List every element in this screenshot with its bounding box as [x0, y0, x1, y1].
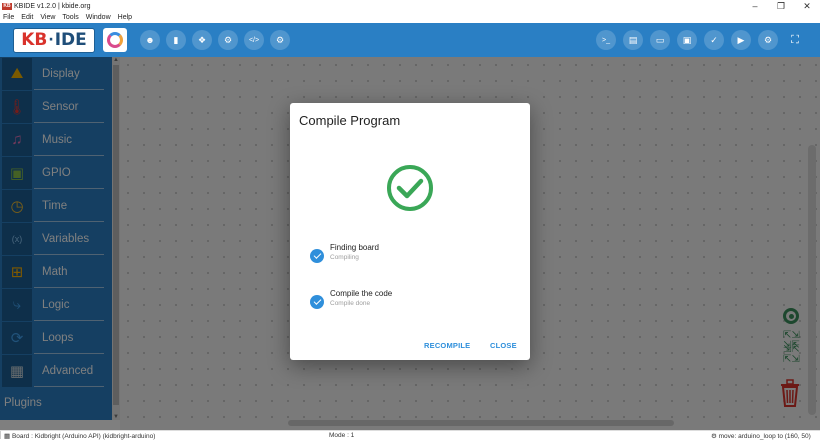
- menu-view[interactable]: View: [40, 14, 55, 21]
- minimize-icon[interactable]: –: [742, 0, 768, 12]
- compile-check-icon: ✓: [710, 34, 718, 45]
- event-status: ⚙ move: arduino_loop to (160, 50): [711, 433, 811, 440]
- event-status-text: move: arduino_loop to (160, 50): [718, 433, 811, 440]
- preferences-button[interactable]: ⚙: [758, 30, 778, 50]
- menu-bar: File Edit View Tools Window Help: [0, 12, 820, 23]
- bluetooth-icon: ❖: [197, 34, 207, 45]
- recompile-button[interactable]: RECOMPILE: [424, 341, 470, 350]
- logo-dot: ·: [48, 32, 54, 48]
- run-button[interactable]: ▶: [731, 30, 751, 50]
- code-button[interactable]: </>: [244, 30, 264, 50]
- main-toolbar: KB · IDE ☻ ▮ ❖ ⚙ </> ⚙ >_ ▤ ▭ ▣ ✓ ▶ ⚙ ⛶: [0, 23, 820, 57]
- save-button[interactable]: ▣: [677, 30, 697, 50]
- kbide-logo: KB · IDE: [13, 27, 95, 53]
- step-subtitle: Compiling: [330, 254, 359, 261]
- logo-ide: IDE: [54, 30, 87, 50]
- save-icon: ▣: [682, 34, 692, 45]
- step-finding-board: Finding board Compiling: [310, 243, 379, 263]
- compile-button[interactable]: ✓: [704, 30, 724, 50]
- settings-icon: ⚙: [763, 34, 773, 45]
- terminal-button[interactable]: >_: [596, 30, 616, 50]
- menu-window[interactable]: Window: [86, 14, 111, 21]
- sd-card-button[interactable]: ▮: [166, 30, 186, 50]
- close-icon[interactable]: ✕: [794, 0, 820, 12]
- dialog-title: Compile Program: [299, 113, 401, 128]
- new-file-icon: ▤: [628, 34, 638, 45]
- close-button[interactable]: CLOSE: [490, 341, 517, 350]
- robot-button[interactable]: ☻: [140, 30, 160, 50]
- logo-kb: KB: [21, 30, 48, 50]
- window-titlebar: KB KBIDE v1.2.0 | kbide.org – ❐ ✕: [0, 0, 820, 12]
- menu-edit[interactable]: Edit: [21, 14, 33, 21]
- board-status-text: Board : Kidbright (Arduino API) (kidbrig…: [11, 433, 156, 440]
- compile-dialog: Compile Program Finding board Compiling …: [290, 103, 530, 360]
- window-title: KBIDE v1.2.0 | kbide.org: [14, 2, 91, 10]
- fullscreen-icon: ⛶: [791, 33, 799, 46]
- step-check-icon: [310, 249, 324, 263]
- app-logo: KB: [2, 2, 12, 10]
- menu-help[interactable]: Help: [118, 14, 132, 21]
- terminal-icon: >_: [602, 36, 610, 44]
- menu-file[interactable]: File: [3, 14, 14, 21]
- open-folder-icon: ▭: [655, 34, 665, 45]
- sd-card-icon: ▮: [173, 34, 179, 45]
- status-divider: [0, 431, 1, 439]
- step-title: Compile the code: [330, 289, 393, 298]
- toolbar-right-group: >_ ▤ ▭ ▣ ✓ ▶ ⚙ ⛶: [589, 30, 805, 50]
- new-file-button[interactable]: ▤: [623, 30, 643, 50]
- plug-button[interactable]: ⚙: [218, 30, 238, 50]
- board-icon: [107, 32, 123, 48]
- bluetooth-button[interactable]: ❖: [192, 30, 212, 50]
- gear-icon: ⚙: [275, 34, 285, 45]
- step-subtitle: Compile done: [330, 300, 371, 307]
- robot-icon: ☻: [145, 35, 155, 45]
- settings-gear-button[interactable]: ⚙: [270, 30, 290, 50]
- plug-icon: ⚙: [223, 34, 233, 45]
- step-check-icon: [310, 295, 324, 309]
- restore-icon[interactable]: ❐: [768, 0, 794, 12]
- success-check-icon: [387, 165, 433, 211]
- mode-status: Mode : 1: [329, 432, 355, 439]
- fullscreen-button[interactable]: ⛶: [785, 30, 805, 50]
- step-compile-code: Compile the code Compile done: [310, 289, 392, 309]
- menu-tools[interactable]: Tools: [62, 14, 78, 21]
- window-controls: – ❐ ✕: [742, 0, 820, 12]
- board-status: ▦ Board : Kidbright (Arduino API) (kidbr…: [4, 433, 156, 440]
- board-selector-button[interactable]: [103, 28, 127, 52]
- status-bar: ▦ Board : Kidbright (Arduino API) (kidbr…: [0, 430, 820, 440]
- open-folder-button[interactable]: ▭: [650, 30, 670, 50]
- code-icon: </>: [248, 36, 260, 44]
- step-title: Finding board: [330, 243, 379, 252]
- play-icon: ▶: [737, 34, 745, 45]
